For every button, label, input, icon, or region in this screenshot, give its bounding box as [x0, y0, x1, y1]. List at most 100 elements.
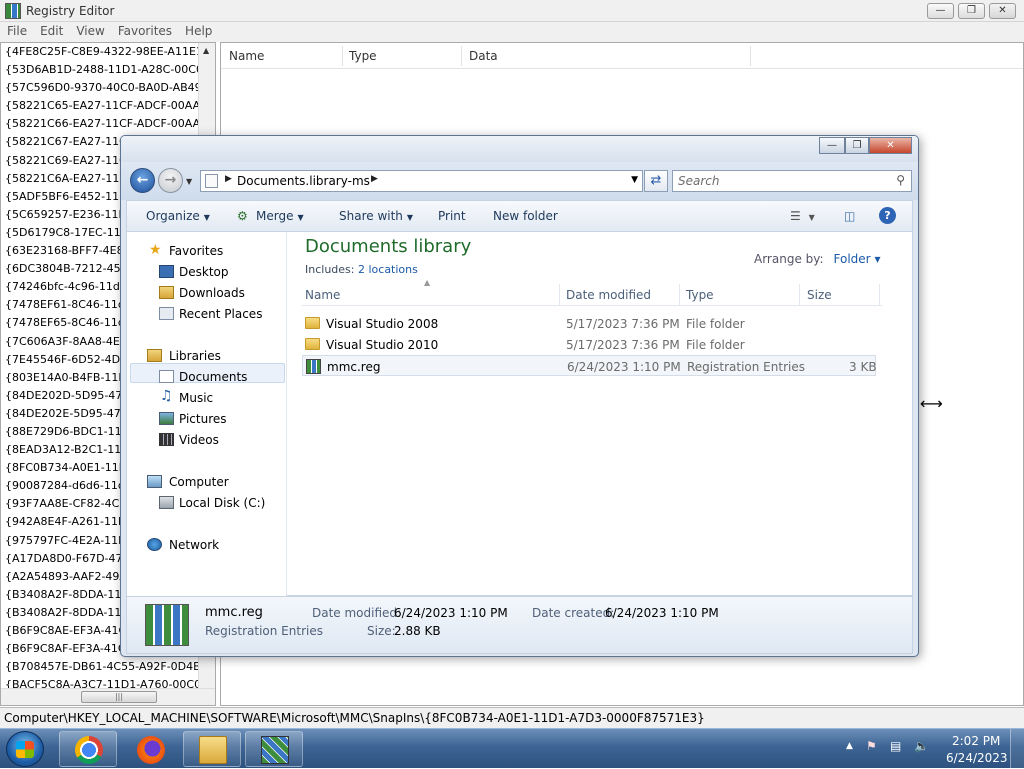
breadcrumb-chevron-icon[interactable]: ▶	[371, 174, 378, 184]
local-disk-icon	[159, 496, 174, 509]
column-name[interactable]: Name	[305, 288, 340, 302]
taskbar-explorer[interactable]	[183, 731, 241, 767]
registry-key[interactable]: {4FE8C25F-C8E9-4322-98EE-A11E117	[1, 43, 199, 61]
menu-view[interactable]: View	[69, 22, 110, 38]
videos-icon	[159, 433, 174, 446]
network-status-icon[interactable]: ▤	[890, 739, 901, 753]
regedit-statusbar: Computer\HKEY_LOCAL_MACHINE\SOFTWARE\Mic…	[0, 707, 1024, 728]
search-icon[interactable]: ⚲	[896, 173, 905, 187]
recent-pages-dropdown-icon[interactable]: ▼	[186, 177, 192, 186]
explorer-close-button[interactable]: ✕	[869, 137, 912, 154]
windows-logo-icon	[16, 741, 34, 758]
registry-key[interactable]: {58221C66-EA27-11CF-ADCF-00AA00	[1, 115, 199, 133]
arrange-by: Arrange by: Folder ▾	[754, 252, 881, 266]
nav-recent-places[interactable]: Recent Places	[179, 307, 262, 321]
registry-key[interactable]: {B708457E-DB61-4C55-A92F-0D4B5E	[1, 658, 199, 676]
menu-help[interactable]: Help	[178, 22, 218, 38]
nav-desktop[interactable]: Desktop	[179, 265, 229, 279]
file-row[interactable]: Visual Studio 2008 5/17/2023 7:36 PM Fil…	[302, 313, 876, 334]
navigation-bar: ← → ▼ ▶ Documents.library-ms ▶ ▼ ⇄ Searc…	[121, 162, 918, 200]
nav-local-disk[interactable]: Local Disk (C:)	[179, 496, 265, 510]
file-list-pane[interactable]: Documents library Includes: 2 locations …	[288, 232, 912, 596]
clock-date[interactable]: 6/24/2023	[946, 751, 1008, 765]
file-name: Visual Studio 2008	[326, 317, 439, 331]
details-created-label: Date created:	[532, 606, 615, 620]
taskbar-chrome[interactable]	[59, 731, 117, 767]
nav-libraries[interactable]: Libraries	[169, 349, 221, 363]
address-bar[interactable]: ▶ Documents.library-ms ▶ ▼	[200, 170, 643, 192]
address-dropdown-icon[interactable]: ▼	[631, 175, 638, 185]
preview-pane-icon[interactable]: ◫	[844, 209, 855, 223]
merge-button[interactable]: Merge ▼	[256, 209, 304, 223]
explorer-maximize-button[interactable]: ❐	[845, 137, 869, 154]
action-center-icon[interactable]: ⚑	[866, 739, 877, 753]
taskbar-firefox[interactable]	[121, 731, 179, 767]
nav-network[interactable]: Network	[169, 538, 219, 552]
locations-link[interactable]: 2 locations	[358, 263, 418, 276]
back-button[interactable]: ←	[130, 168, 155, 193]
registry-key[interactable]: {58221C65-EA27-11CF-ADCF-00AA00	[1, 97, 199, 115]
column-name[interactable]: Name	[229, 49, 264, 63]
print-button[interactable]: Print	[438, 209, 466, 223]
refresh-button[interactable]: ⇄	[644, 170, 668, 192]
folder-icon	[305, 317, 320, 329]
file-row-selected[interactable]: mmc.reg 6/24/2023 1:10 PM Registration E…	[302, 355, 877, 376]
views-icon[interactable]: ☰ ▼	[790, 209, 815, 223]
forward-button[interactable]: →	[158, 168, 183, 193]
minimize-button[interactable]: —	[927, 3, 954, 19]
documents-icon	[159, 370, 174, 383]
arrange-by-dropdown[interactable]: Folder ▾	[834, 252, 881, 266]
nav-pictures[interactable]: Pictures	[179, 412, 227, 426]
pictures-icon	[159, 412, 174, 425]
explorer-minimize-button[interactable]: —	[819, 137, 845, 154]
start-button[interactable]	[6, 731, 44, 767]
nav-music[interactable]: Music	[179, 391, 213, 405]
close-button[interactable]: ✕	[989, 3, 1016, 19]
details-pane: mmc.reg Registration Entries Date modifi…	[126, 596, 913, 654]
clock-time[interactable]: 2:02 PM	[952, 734, 1000, 748]
nav-computer[interactable]: Computer	[169, 475, 229, 489]
regedit-titlebar[interactable]: Registry Editor — ❐ ✕	[0, 0, 1024, 22]
breadcrumb-chevron-icon[interactable]: ▶	[225, 174, 232, 184]
navigation-pane[interactable]: ★ Favorites Desktop Downloads Recent Pla…	[127, 232, 287, 596]
taskbar-regedit[interactable]	[245, 731, 303, 767]
new-folder-button[interactable]: New folder	[493, 209, 558, 223]
scroll-thumb[interactable]: |||	[81, 691, 157, 703]
folder-icon	[305, 338, 320, 350]
show-desktop-button[interactable]	[1010, 729, 1024, 769]
registration-file-icon	[306, 359, 321, 374]
registry-key[interactable]: {57C596D0-9370-40C0-BA0D-AB491E	[1, 79, 199, 97]
nav-downloads[interactable]: Downloads	[179, 286, 245, 300]
explorer-window[interactable]: — ❐ ✕ ← → ▼ ▶ Documents.library-ms ▶ ▼ ⇄…	[120, 135, 919, 657]
column-type[interactable]: Type	[349, 49, 377, 63]
organize-button[interactable]: Organize ▼	[146, 209, 210, 223]
tree-horizontal-scrollbar[interactable]: |||	[1, 688, 215, 705]
library-includes: Includes: 2 locations	[305, 263, 418, 276]
nav-documents[interactable]: Documents	[179, 370, 247, 384]
menu-file[interactable]: File	[0, 22, 33, 38]
search-box[interactable]: Search ⚲	[672, 170, 912, 192]
scroll-up-icon[interactable]: ▲	[203, 46, 209, 55]
column-size[interactable]: Size	[807, 288, 832, 302]
column-data[interactable]: Data	[469, 49, 498, 63]
show-hidden-icons-icon[interactable]: ▲	[846, 741, 853, 751]
nav-videos[interactable]: Videos	[179, 433, 219, 447]
library-icon	[205, 174, 218, 188]
menu-favorites[interactable]: Favorites	[111, 22, 178, 38]
registry-key[interactable]: {53D6AB1D-2488-11D1-A28C-00C04F	[1, 61, 199, 79]
firefox-icon	[137, 736, 165, 764]
column-date-modified[interactable]: Date modified	[566, 288, 651, 302]
maximize-button[interactable]: ❐	[958, 3, 985, 19]
share-with-button[interactable]: Share with ▼	[339, 209, 413, 223]
volume-icon[interactable]: 🔈	[914, 739, 929, 753]
column-type[interactable]: Type	[686, 288, 714, 302]
regedit-title: Registry Editor	[26, 4, 115, 18]
menu-edit[interactable]: Edit	[33, 22, 69, 38]
file-date: 5/17/2023 7:36 PM	[566, 338, 680, 352]
address-text[interactable]: Documents.library-ms	[237, 174, 370, 188]
file-row[interactable]: Visual Studio 2010 5/17/2023 7:36 PM Fil…	[302, 334, 876, 355]
explorer-titlebar[interactable]: — ❐ ✕	[121, 136, 918, 162]
merge-icon[interactable]: ⚙	[237, 209, 248, 223]
help-icon[interactable]: ?	[879, 207, 896, 224]
nav-favorites[interactable]: Favorites	[169, 244, 223, 258]
